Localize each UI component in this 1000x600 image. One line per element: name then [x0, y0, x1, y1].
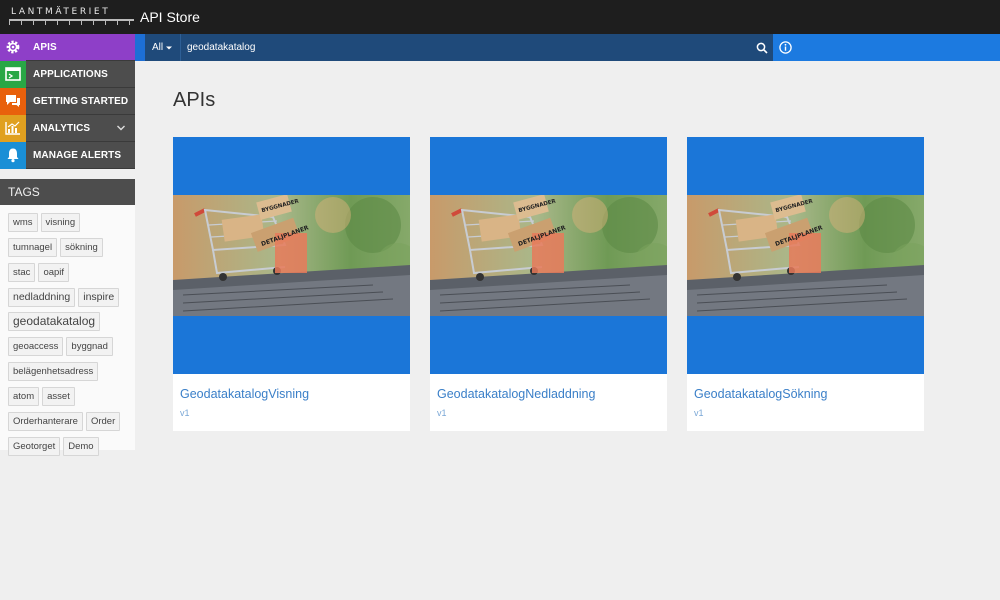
sidebar-item-label: ANALYTICS [33, 122, 91, 134]
caret-down-icon [166, 46, 173, 49]
search-input[interactable] [187, 34, 747, 61]
api-thumbnail: DETALJPLANER BYGGNADER [173, 137, 410, 374]
api-card[interactable]: DETALJPLANER BYGGNADER GeodatakatalogNed… [430, 137, 667, 431]
sidebar-item-apis[interactable]: APIS [0, 33, 135, 61]
api-thumbnail: DETALJPLANER BYGGNADER [687, 137, 924, 374]
search-filter-label: All [151, 42, 164, 53]
search-button[interactable] [750, 34, 774, 61]
api-card-version: v1 [180, 408, 190, 418]
tag-atom[interactable]: atom [8, 387, 40, 406]
api-card-name[interactable]: GeodatakatalogNedladdning [437, 387, 595, 401]
tag-nedladdning[interactable]: nedladdning [8, 288, 76, 307]
logo-text: LANTMÄTERIET [11, 7, 111, 17]
api-card-version: v1 [694, 408, 704, 418]
bar-chart-icon [0, 114, 26, 142]
api-card[interactable]: DETALJPLANER BYGGNADER GeodatakatalogVis… [173, 137, 410, 431]
tags-header: TAGS [0, 179, 135, 205]
sidebar-item-applications[interactable]: APPLICATIONS [0, 60, 135, 88]
sidebar-item-analytics[interactable]: ANALYTICS [0, 114, 135, 142]
tag-stac[interactable]: stac [8, 263, 36, 282]
logo-scale-ticks [9, 21, 134, 25]
tags-panel: wms visning tumnagel sökning stac oapif ned… [0, 205, 135, 456]
tag-tumnagel[interactable]: tumnagel [8, 238, 58, 257]
chevron-down-icon[interactable] [116, 123, 126, 133]
tag-inspire[interactable]: inspire [78, 288, 120, 307]
api-thumbnail: DETALJPLANER BYGGNADER [430, 137, 667, 374]
searchbar-accent [135, 34, 145, 61]
lantmateriet-logo[interactable]: LANTMÄTERIET [9, 6, 136, 28]
api-card[interactable]: DETALJPLANER BYGGNADER GeodatakatalogSök… [687, 137, 924, 431]
search-filter-dropdown[interactable]: All [145, 34, 181, 61]
tag-visning[interactable]: visning [40, 213, 81, 232]
tag-orderhanterare[interactable]: Orderhanterare [8, 412, 83, 431]
tag-wms[interactable]: wms [8, 213, 38, 232]
sidebar-item-label: MANAGE ALERTS [33, 149, 122, 161]
api-card-name[interactable]: GeodatakatalogVisning [180, 387, 309, 401]
shopping-cart-thumbnail-image: DETALJPLANER BYGGNADER [173, 195, 410, 316]
shopping-cart-thumbnail-image: DETALJPLANER BYGGNADER [687, 195, 924, 316]
tag-belagenhetsadress[interactable]: belägenhetsadress [8, 362, 99, 381]
info-icon[interactable] [779, 41, 792, 54]
sidebar-item-getting-started[interactable]: GETTING STARTED [0, 87, 135, 115]
page-title: APIs [173, 89, 216, 111]
tag-byggnad[interactable]: byggnad [66, 337, 113, 356]
bell-icon [0, 141, 26, 169]
application-window-icon [0, 60, 26, 88]
tag-demo[interactable]: Demo [63, 437, 99, 456]
search-bar: All [145, 34, 1000, 61]
chat-bubbles-icon [0, 87, 26, 115]
search-icon [756, 42, 768, 54]
sidebar-item-label: APPLICATIONS [33, 68, 108, 80]
tag-asset[interactable]: asset [42, 387, 75, 406]
tag-geodatakatalog[interactable]: geodatakatalog [8, 312, 101, 331]
tag-sokning[interactable]: sökning [60, 238, 103, 257]
shopping-cart-thumbnail-image: DETALJPLANER BYGGNADER [430, 195, 667, 316]
tag-oapif[interactable]: oapif [38, 263, 70, 282]
tag-order[interactable]: Order [85, 412, 121, 431]
api-card-name[interactable]: GeodatakatalogSökning [694, 387, 827, 401]
gear-icon [0, 33, 26, 61]
sidebar-item-manage-alerts[interactable]: MANAGE ALERTS [0, 141, 135, 169]
app-title[interactable]: API Store [140, 9, 200, 25]
info-area [773, 34, 1000, 61]
tag-geoaccess[interactable]: geoaccess [8, 337, 64, 356]
tag-geotorget[interactable]: Geotorget [8, 437, 61, 456]
api-card-version: v1 [437, 408, 447, 418]
top-header: LANTMÄTERIET API Store [0, 0, 1000, 34]
sidebar-item-label: GETTING STARTED [33, 95, 129, 107]
sidebar: APIS APPLICATIONS GETTING STARTED ANALYT… [0, 33, 135, 456]
sidebar-item-label: APIS [33, 41, 57, 53]
